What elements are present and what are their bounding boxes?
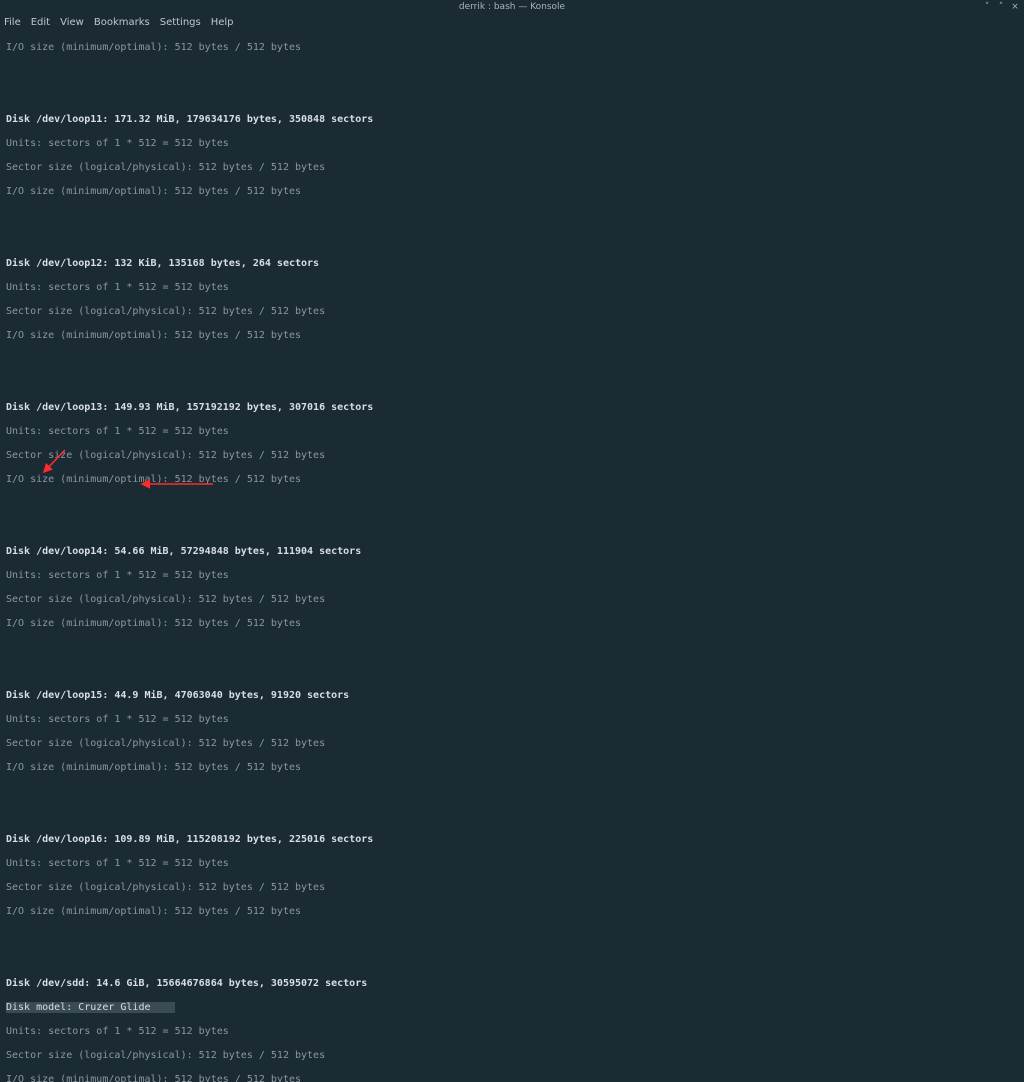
units-line: Units: sectors of 1 * 512 = 512 bytes <box>6 426 1018 438</box>
blank-line <box>6 378 1018 390</box>
blank-line <box>6 930 1018 942</box>
window-titlebar: derrik : bash — Konsole ˅ ˄ ⨯ <box>0 0 1024 14</box>
disk-header: Disk /dev/loop11: 171.32 MiB, 179634176 … <box>6 114 1018 126</box>
menu-settings[interactable]: Settings <box>160 17 201 28</box>
io-line: I/O size (minimum/optimal): 512 bytes / … <box>6 474 1018 486</box>
io-line: I/O size (minimum/optimal): 512 bytes / … <box>6 618 1018 630</box>
units-line: Units: sectors of 1 * 512 = 512 bytes <box>6 570 1018 582</box>
terminal-viewport[interactable]: I/O size (minimum/optimal): 512 bytes / … <box>0 30 1024 1082</box>
blank-line <box>6 234 1018 246</box>
io-line-top: I/O size (minimum/optimal): 512 bytes / … <box>6 42 1018 54</box>
disk-sdd-header: Disk /dev/sdd: 14.6 GiB, 15664676864 byt… <box>6 978 1018 990</box>
blank-line <box>6 810 1018 822</box>
window-title: derrik : bash — Konsole <box>459 2 565 12</box>
disk-header: Disk /dev/loop13: 149.93 MiB, 157192192 … <box>6 402 1018 414</box>
units-line: Units: sectors of 1 * 512 = 512 bytes <box>6 282 1018 294</box>
sector-line: Sector size (logical/physical): 512 byte… <box>6 162 1018 174</box>
sector-line: Sector size (logical/physical): 512 byte… <box>6 306 1018 318</box>
blank-line <box>6 786 1018 798</box>
menu-edit[interactable]: Edit <box>31 17 50 28</box>
menu-view[interactable]: View <box>60 17 84 28</box>
blank-line <box>6 66 1018 78</box>
io-line: I/O size (minimum/optimal): 512 bytes / … <box>6 1074 1018 1082</box>
units-line: Units: sectors of 1 * 512 = 512 bytes <box>6 714 1018 726</box>
sector-line: Sector size (logical/physical): 512 byte… <box>6 1050 1018 1062</box>
disk-model-line: Disk model: Cruzer Glide <box>6 1002 1018 1014</box>
window-controls: ˅ ˄ ⨯ <box>982 2 1020 12</box>
blank-line <box>6 210 1018 222</box>
close-icon[interactable]: ⨯ <box>1010 2 1020 12</box>
io-line: I/O size (minimum/optimal): 512 bytes / … <box>6 330 1018 342</box>
blank-line <box>6 498 1018 510</box>
units-line: Units: sectors of 1 * 512 = 512 bytes <box>6 858 1018 870</box>
units-line: Units: sectors of 1 * 512 = 512 bytes <box>6 138 1018 150</box>
disk-header: Disk /dev/loop14: 54.66 MiB, 57294848 by… <box>6 546 1018 558</box>
disk-header: Disk /dev/loop12: 132 KiB, 135168 bytes,… <box>6 258 1018 270</box>
sector-line: Sector size (logical/physical): 512 byte… <box>6 594 1018 606</box>
blank-line <box>6 354 1018 366</box>
maximize-icon[interactable]: ˄ <box>996 2 1006 12</box>
sector-line: Sector size (logical/physical): 512 byte… <box>6 450 1018 462</box>
io-line: I/O size (minimum/optimal): 512 bytes / … <box>6 906 1018 918</box>
minimize-icon[interactable]: ˅ <box>982 2 992 12</box>
blank-line <box>6 954 1018 966</box>
menu-help[interactable]: Help <box>211 17 234 28</box>
units-line: Units: sectors of 1 * 512 = 512 bytes <box>6 1026 1018 1038</box>
io-line: I/O size (minimum/optimal): 512 bytes / … <box>6 186 1018 198</box>
disk-header: Disk /dev/loop15: 44.9 MiB, 47063040 byt… <box>6 690 1018 702</box>
blank-line <box>6 666 1018 678</box>
io-line: I/O size (minimum/optimal): 512 bytes / … <box>6 762 1018 774</box>
blank-line <box>6 642 1018 654</box>
disk-header: Disk /dev/loop16: 109.89 MiB, 115208192 … <box>6 834 1018 846</box>
menu-bookmarks[interactable]: Bookmarks <box>94 17 150 28</box>
blank-line <box>6 522 1018 534</box>
sector-line: Sector size (logical/physical): 512 byte… <box>6 882 1018 894</box>
menu-file[interactable]: File <box>4 17 21 28</box>
disk-model-highlight: Disk model: Cruzer Glide <box>6 1002 175 1013</box>
sector-line: Sector size (logical/physical): 512 byte… <box>6 738 1018 750</box>
blank-line <box>6 90 1018 102</box>
menubar: File Edit View Bookmarks Settings Help <box>0 14 1024 30</box>
